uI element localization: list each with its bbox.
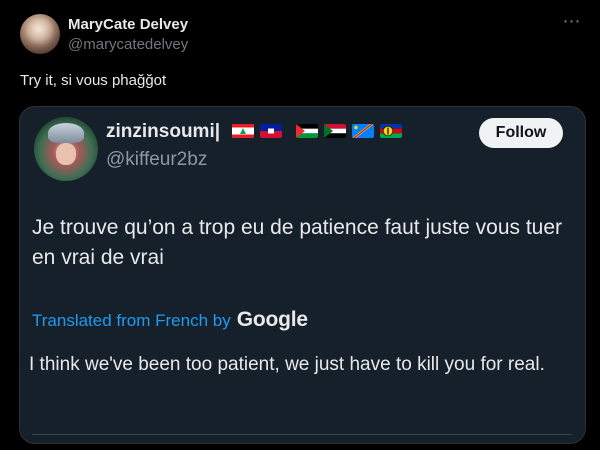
google-logo: Google [236,308,308,331]
translated-from-label: Translated from French by [32,311,231,330]
post-text: Try it, si vous phağğot [20,72,167,89]
follow-button[interactable]: Follow [479,118,563,148]
translation-attribution[interactable]: Translated from French by Google [32,308,308,332]
author-avatar[interactable] [20,14,60,54]
flag-emoji-row [232,124,408,140]
quoted-author-name[interactable]: zinzinsoumi| [106,121,220,143]
new-caledonia-flag-icon [380,124,402,138]
dr-congo-flag-icon [352,124,374,138]
author-name[interactable]: MaryCate Delvey [68,16,188,33]
post-header: MaryCate Delvey @marycatedelvey ⋯ [20,12,588,58]
more-options-icon[interactable]: ⋯ [560,12,584,36]
quoted-author-handle[interactable]: @kiffeur2bz [106,149,207,171]
haiti-flag-icon [260,124,282,138]
author-handle[interactable]: @marycatedelvey [68,36,188,53]
card-divider [32,434,572,435]
quoted-post-card[interactable]: zinzinsoumi| @kiffeur2bz Follow Je trouv… [19,106,586,444]
lebanon-flag-icon [232,124,254,138]
quoted-post-text: Je trouve qu’on a trop eu de patience fa… [32,216,563,269]
translation-text: I think we've been too patient, we just … [29,354,545,375]
quoted-author-avatar[interactable] [34,117,98,181]
sudan-flag-icon [324,124,346,138]
palestine-flag-icon [296,124,318,138]
